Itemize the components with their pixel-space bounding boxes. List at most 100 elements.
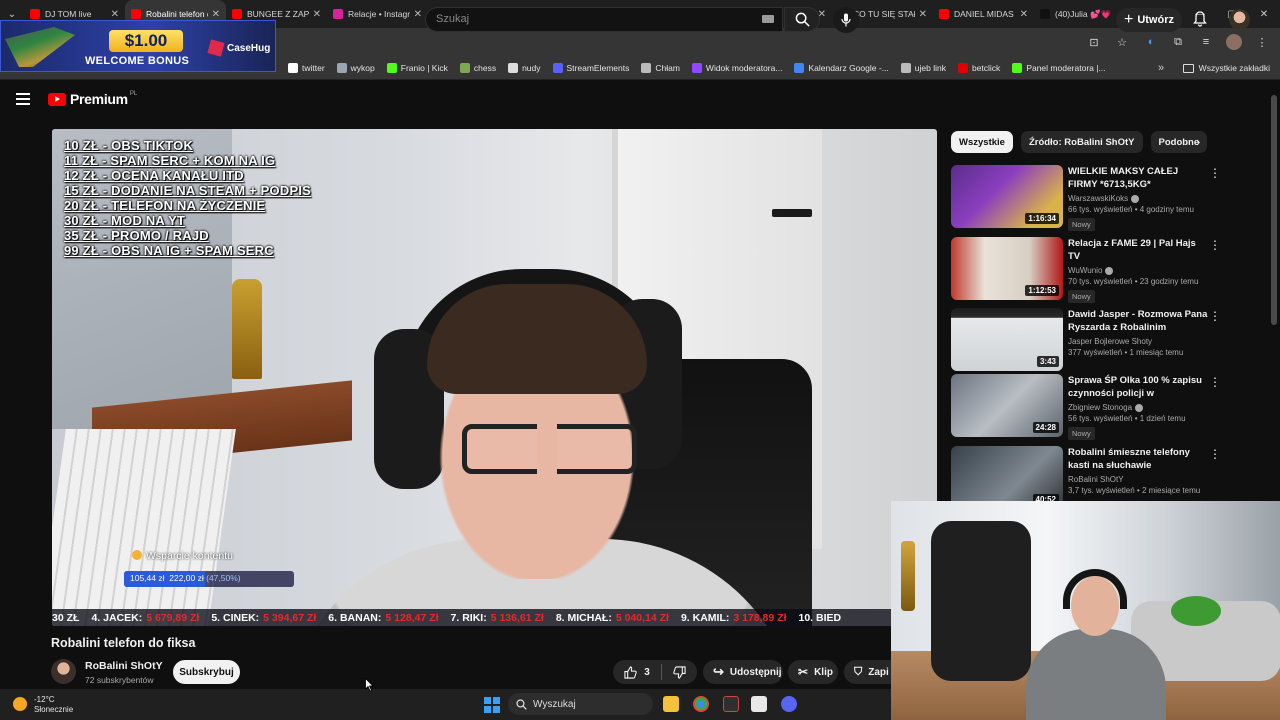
search-button[interactable] <box>784 7 820 32</box>
bookmark-item[interactable]: StreamElements <box>552 62 629 73</box>
more-options-icon[interactable]: ⋮ <box>1209 239 1221 251</box>
close-tab-icon[interactable]: ✕ <box>919 9 927 20</box>
more-options-icon[interactable]: ⋮ <box>1209 310 1221 322</box>
channel-name[interactable]: RoBalini ShOtY <box>1068 475 1208 484</box>
bookmark-item[interactable]: Panel moderatora |... <box>1012 62 1106 73</box>
new-badge: Nowy <box>1068 290 1095 303</box>
recommended-video[interactable]: 1:12:53 Relacja z FAME 29 | Pal Hajs TV Wu… <box>951 237 1261 303</box>
video-title[interactable]: Robalini śmieszne telefony kasti na słuc… <box>1068 446 1208 472</box>
channel-name[interactable]: Jasper Bojlerowe Shoty <box>1068 337 1208 346</box>
bookmark-item[interactable]: Kalendarz Google -... <box>794 62 889 73</box>
media-control-icon[interactable]: ≡ <box>1198 34 1214 50</box>
bookmark-item[interactable]: wykop <box>336 62 375 73</box>
bookmark-item[interactable]: Widok moderatora... <box>691 62 782 73</box>
video-title[interactable]: Sprawa ŚP Olka 100 % zapisu czynności po… <box>1068 374 1208 400</box>
tab-favicon-icon <box>939 9 949 19</box>
file-explorer-icon[interactable] <box>663 696 679 712</box>
bookmark-item[interactable]: chess <box>459 62 496 73</box>
channel-avatar[interactable] <box>51 659 76 684</box>
menu-icon[interactable] <box>16 93 30 105</box>
subscriber-count: 72 subskrybentów <box>85 675 154 685</box>
subscribe-button[interactable]: Subskrybuj <box>173 660 240 684</box>
video-title[interactable]: WIELKIE MAKSY CAŁEJ FIRMY *6713,5KG* <box>1068 165 1208 191</box>
bookmark-item[interactable]: betclick <box>957 62 1001 73</box>
video-thumbnail[interactable]: 1:16:34 <box>951 165 1063 228</box>
ad-brand: CaseHug <box>207 39 270 57</box>
ticker-name: 10. BIED <box>798 611 842 624</box>
voice-search-button[interactable] <box>833 7 859 33</box>
bookmarks-overflow-icon[interactable]: » <box>1158 56 1164 80</box>
video-title[interactable]: Dawid Jasper - Rozmowa Pana Ryszarda z R… <box>1068 308 1208 334</box>
more-options-icon[interactable]: ⋮ <box>1209 448 1221 460</box>
video-info: Robalini śmieszne telefony kasti na słuc… <box>1068 446 1208 495</box>
bookmark-label: Kalendarz Google -... <box>808 62 889 73</box>
ticker-amount: 3 178,89 Zł <box>733 611 787 624</box>
recommended-video[interactable]: 1:16:34 WIELKIE MAKSY CAŁEJ FIRMY *6713,5… <box>951 165 1261 231</box>
discord-icon[interactable] <box>781 696 797 712</box>
recommended-video[interactable]: 3:43 Dawid Jasper - Rozmowa Pana Ryszarda… <box>951 308 1261 374</box>
dislike-button[interactable] <box>662 660 696 684</box>
channel-name[interactable]: Zbigniew Stonoga <box>1068 403 1208 412</box>
snipping-tool-icon[interactable] <box>751 696 767 712</box>
notifications-bell-icon[interactable] <box>1193 11 1207 32</box>
windows-start-icon[interactable] <box>484 697 500 713</box>
bookmark-star-icon[interactable]: ☆ <box>1114 34 1130 50</box>
channel-name[interactable]: RoBalini ShOtY <box>85 660 163 672</box>
bookmark-label: betclick <box>971 62 1001 73</box>
close-window-icon[interactable]: ✕ <box>1248 0 1280 28</box>
close-tab-icon[interactable]: ✕ <box>313 9 321 20</box>
bookmark-item[interactable]: ujeb link <box>900 62 946 73</box>
bookmark-label: nudy <box>522 62 541 73</box>
ticker-amount: 5 679,89 Zł <box>146 611 200 624</box>
page-scrollbar[interactable] <box>1271 95 1277 325</box>
filter-chip[interactable]: Źródło: RoBalini ShOtY <box>1020 131 1143 153</box>
weather-sun-icon[interactable] <box>13 697 27 711</box>
bookmark-item[interactable]: twitter <box>288 62 325 73</box>
extensions-puzzle-icon[interactable]: ⧉ <box>1170 34 1186 50</box>
close-tab-icon[interactable]: ✕ <box>111 9 119 20</box>
casehug-logo-icon <box>207 39 225 57</box>
close-tab-icon[interactable]: ✕ <box>414 9 422 20</box>
channel-label: WuWunio <box>1068 266 1103 275</box>
channel-name[interactable]: WuWunio <box>1068 266 1208 275</box>
recommended-video[interactable]: 24:28 Sprawa ŚP Olka 100 % zapisu czynnoś… <box>951 374 1261 440</box>
bookmark-item[interactable]: nudy <box>508 62 541 73</box>
keyboard-icon[interactable] <box>762 15 774 23</box>
extension-icon[interactable]: ◖ <box>1142 34 1158 50</box>
video-thumbnail[interactable]: 24:28 <box>951 374 1063 437</box>
all-bookmarks-button[interactable]: Wszystkie zakładki <box>1182 56 1270 80</box>
browser-tab[interactable]: DANIEL MIDAS ✕ <box>933 0 1034 28</box>
ad-banner[interactable]: $1.00 WELCOME BONUS CaseHug <box>0 20 276 72</box>
install-app-icon[interactable]: ⊡ <box>1086 34 1102 50</box>
bookmark-item[interactable]: Franio | Kick <box>386 62 448 73</box>
video-thumbnail[interactable]: 40:52 <box>951 446 1063 509</box>
browser-menu-icon[interactable]: ⋮ <box>1254 34 1270 50</box>
search-input[interactable] <box>436 13 736 25</box>
video-player[interactable]: 10 ZŁ - OBS TIKTOK 11 ZŁ - SPAM SERC + KO… <box>52 129 937 626</box>
video-thumbnail[interactable]: 1:12:53 <box>951 237 1063 300</box>
account-avatar[interactable] <box>1229 9 1250 30</box>
weather-temperature[interactable]: -12°C <box>34 695 55 704</box>
close-tab-icon[interactable]: ✕ <box>1020 9 1028 20</box>
browser-tab[interactable]: Relacje • Instagram ✕ <box>327 0 428 28</box>
app-icon[interactable] <box>723 696 739 712</box>
chrome-icon[interactable] <box>693 696 709 712</box>
video-thumbnail[interactable]: 3:43 <box>951 308 1063 371</box>
profile-icon[interactable] <box>1226 34 1242 50</box>
filter-chip[interactable]: Wszystkie <box>951 131 1013 153</box>
video-duration: 1:16:34 <box>1025 213 1059 224</box>
chevron-right-icon[interactable]: › <box>1196 134 1200 149</box>
more-options-icon[interactable]: ⋮ <box>1209 376 1221 388</box>
bookmark-item[interactable]: Chłam <box>641 62 680 73</box>
close-tab-icon[interactable]: ✕ <box>212 9 220 20</box>
create-button[interactable]: + Utwórz <box>1116 8 1182 32</box>
more-options-icon[interactable]: ⋮ <box>1209 167 1221 179</box>
video-title[interactable]: Relacja z FAME 29 | Pal Hajs TV <box>1068 237 1208 263</box>
channel-name[interactable]: WarszawskiKoks <box>1068 194 1208 203</box>
clip-button[interactable]: ✂ Klip <box>788 660 838 684</box>
share-button[interactable]: ↪ Udostępnij <box>703 660 783 684</box>
taskbar-search[interactable]: Wyszukaj <box>508 693 653 715</box>
youtube-logo[interactable]: Premium PL <box>48 91 137 107</box>
weather-description[interactable]: Słonecznie <box>34 705 73 714</box>
like-button[interactable]: 3 <box>613 660 661 684</box>
